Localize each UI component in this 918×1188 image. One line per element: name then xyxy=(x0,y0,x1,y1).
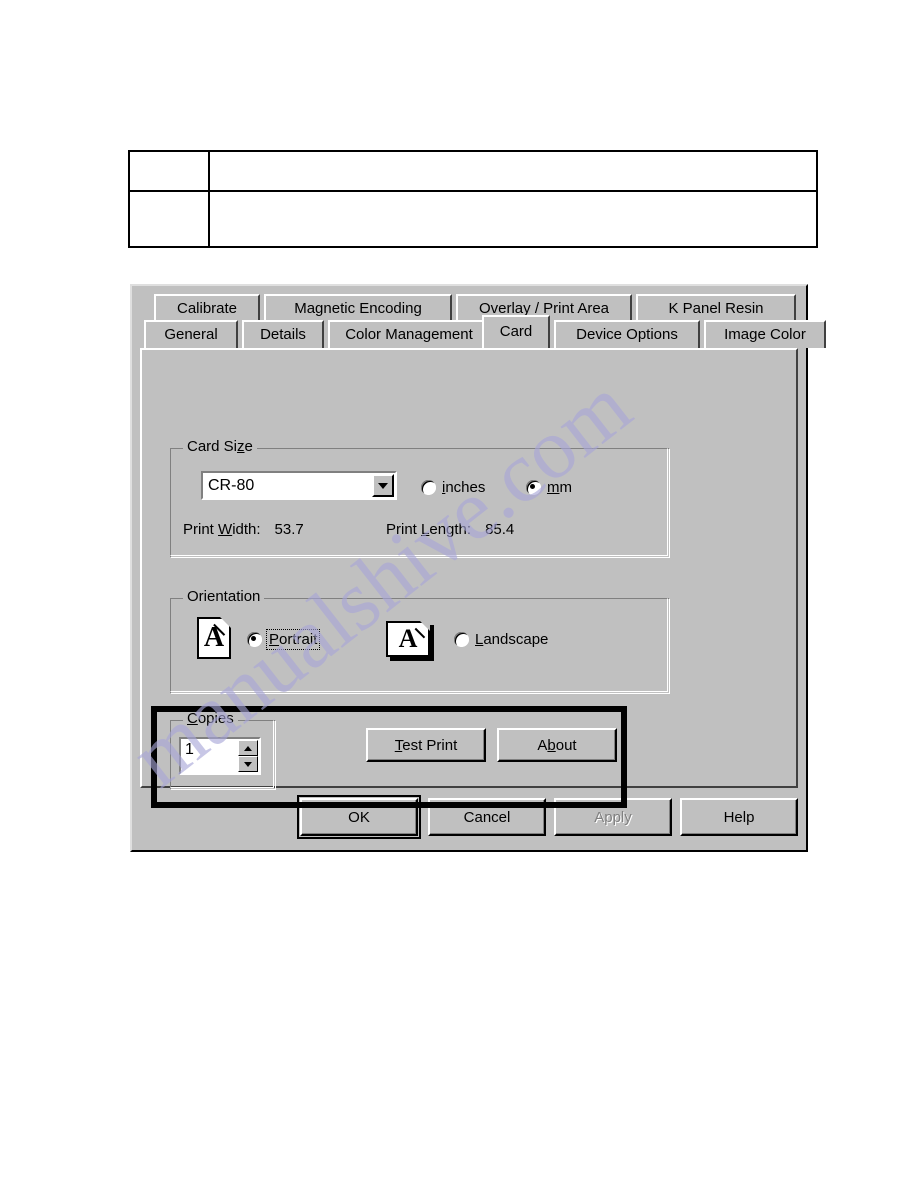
table-cell xyxy=(210,152,816,190)
landscape-page-icon: A xyxy=(386,618,435,657)
dialog-command-bar: OK Cancel Apply Help xyxy=(132,795,806,842)
group-copies: Copies 1 xyxy=(170,711,276,790)
help-button-label: Help xyxy=(723,808,755,826)
tab-card[interactable]: Card xyxy=(482,315,550,348)
table-row xyxy=(130,152,816,192)
card-size-combobox[interactable]: CR-80 xyxy=(201,471,397,500)
ok-button-label: OK xyxy=(348,808,370,826)
apply-button-label: Apply xyxy=(594,808,632,826)
table-cell xyxy=(130,192,210,246)
chevron-down-icon[interactable] xyxy=(372,474,394,497)
tab-calibrate[interactable]: Calibrate xyxy=(154,294,260,320)
units-radio-mm-label: mm xyxy=(547,479,572,496)
about-button-label: About xyxy=(537,736,577,754)
radio-indicator xyxy=(454,632,469,647)
test-print-button-label: Test Print xyxy=(394,736,458,754)
print-length-label: Print Length: xyxy=(386,521,472,538)
ok-button[interactable]: OK xyxy=(297,795,421,839)
orientation-radio-portrait[interactable]: Portrait xyxy=(247,629,321,650)
test-print-button[interactable]: Test Print xyxy=(366,728,486,762)
copies-input[interactable]: 1 xyxy=(181,739,238,773)
copies-spinner-buttons xyxy=(238,740,258,772)
apply-button: Apply xyxy=(554,798,672,836)
tab-device-options[interactable]: Device Options xyxy=(554,320,700,348)
table-row xyxy=(130,192,816,246)
copies-spinner[interactable]: 1 xyxy=(179,737,261,775)
orientation-radio-landscape-label: Landscape xyxy=(475,631,549,648)
orientation-radio-landscape[interactable]: Landscape xyxy=(454,631,548,648)
radio-indicator xyxy=(421,480,436,495)
group-card-size-title: Card Size xyxy=(183,439,257,454)
table-cell xyxy=(130,152,210,190)
units-radio-mm[interactable]: mm xyxy=(526,479,572,496)
print-length-value: 85.4 xyxy=(485,521,515,538)
tab-magnetic-encoding[interactable]: Magnetic Encoding xyxy=(264,294,452,320)
group-card-size: Card Size CR-80 inches mm Print Width: 53… xyxy=(170,439,670,558)
table-cell xyxy=(210,192,816,246)
tab-strip: Calibrate Magnetic Encoding Overlay / Pr… xyxy=(140,294,826,350)
print-length-row: Print Length: 85.4 xyxy=(386,521,514,538)
print-width-row: Print Width: 53.7 xyxy=(183,521,304,538)
print-width-value: 53.7 xyxy=(274,521,304,538)
tab-panel-card: Card Size CR-80 inches mm Print Width: 53… xyxy=(140,348,798,808)
tab-k-panel-resin[interactable]: K Panel Resin xyxy=(636,294,796,320)
units-radio-inches[interactable]: inches xyxy=(421,479,485,496)
tab-color-management[interactable]: Color Management xyxy=(328,320,490,348)
radio-indicator xyxy=(526,480,541,495)
about-button[interactable]: About xyxy=(497,728,617,762)
group-orientation-title: Orientation xyxy=(183,589,265,604)
print-width-label: Print Width: xyxy=(183,521,261,538)
orientation-radio-portrait-label: Portrait xyxy=(265,629,321,650)
radio-indicator xyxy=(247,632,262,647)
tab-general[interactable]: General xyxy=(144,320,238,348)
tab-image-color[interactable]: Image Color xyxy=(704,320,826,348)
spinner-down-icon[interactable] xyxy=(238,756,258,772)
portrait-page-icon: A xyxy=(197,613,236,659)
card-size-value: CR-80 xyxy=(208,476,255,494)
spinner-up-icon[interactable] xyxy=(238,740,258,756)
tab-details[interactable]: Details xyxy=(242,320,324,348)
cancel-button-label: Cancel xyxy=(463,808,511,826)
document-table xyxy=(128,150,818,248)
printer-properties-dialog: Calibrate Magnetic Encoding Overlay / Pr… xyxy=(130,284,826,852)
group-orientation: Orientation A Portrait A Landscape xyxy=(170,589,670,694)
cancel-button[interactable]: Cancel xyxy=(428,798,546,836)
group-copies-title: Copies xyxy=(183,711,238,726)
help-button[interactable]: Help xyxy=(680,798,798,836)
units-radio-inches-label: inches xyxy=(442,479,486,496)
